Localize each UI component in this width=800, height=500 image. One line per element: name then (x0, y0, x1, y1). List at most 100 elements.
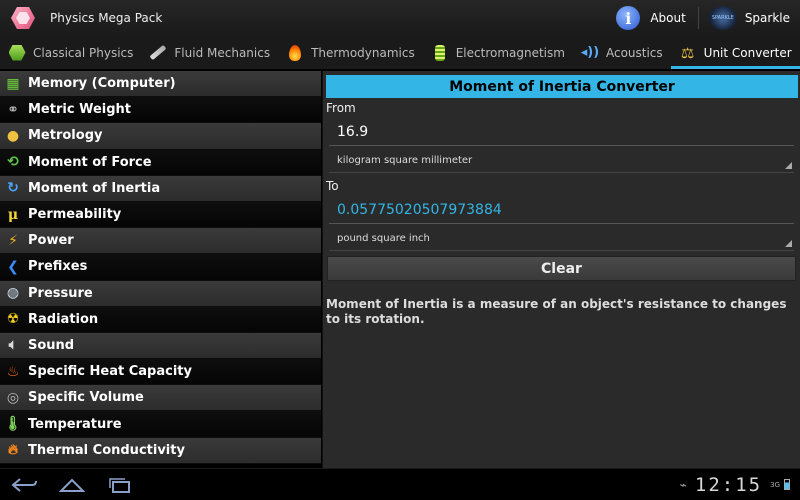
dropdown-corner-icon (785, 162, 792, 169)
syringe-icon (149, 44, 167, 62)
sparkle-button[interactable]: SPARKLE Sparkle (703, 0, 800, 36)
tab-thermodynamics[interactable]: Thermodynamics (278, 36, 423, 69)
list-item-metric-weight[interactable]: ⚭ Metric Weight (0, 97, 321, 124)
list-item-label: Moment of Inertia (28, 180, 161, 196)
metrology-icon: ● (6, 127, 20, 144)
action-bar: Physics Mega Pack i About SPARKLE Sparkl… (0, 0, 800, 36)
tab-label: Thermodynamics (311, 45, 415, 60)
sparkle-logo-text: SPARKLE (711, 15, 734, 21)
memory-icon: ▦ (6, 75, 20, 92)
tab-electromagnetism[interactable]: Electromagnetism (423, 36, 573, 69)
from-label: From (326, 101, 356, 115)
hexagon-icon (8, 44, 26, 62)
action-bar-divider (697, 7, 699, 29)
list-item-label: Prefixes (28, 259, 88, 275)
list-item-prefixes[interactable]: ❮ Prefixes (0, 254, 321, 281)
tab-label: Electromagnetism (455, 45, 565, 60)
list-item-label: Permeability (28, 207, 122, 223)
dropdown-corner-icon (785, 240, 792, 247)
list-item-sound[interactable]: 🔈︎ Sound (0, 332, 321, 360)
from-unit-select[interactable]: kilogram square millimeter (329, 149, 794, 173)
tab-classical-physics[interactable]: Classical Physics (0, 36, 141, 69)
list-item-power[interactable]: ⚡ Power (0, 228, 321, 255)
list-item-label: Specific Heat Capacity (28, 364, 192, 380)
list-item-memory-computer[interactable]: ▦ Memory (Computer) (0, 71, 321, 98)
bulb-icon (431, 44, 449, 62)
list-item-label: Power (28, 233, 74, 249)
list-item-label: Metrology (28, 128, 103, 144)
list-item-radiation[interactable]: ☢ Radiation (0, 306, 321, 333)
to-unit-select[interactable]: pound square inch (329, 227, 794, 251)
mu-icon: μ (7, 206, 19, 223)
from-unit-label: kilogram square millimeter (337, 155, 473, 166)
list-item-temperature[interactable]: 🌡︎ Temperature (0, 411, 321, 438)
home-button[interactable] (54, 471, 90, 499)
thermometer-icon: 🌡︎ (4, 416, 22, 433)
app-logo-icon[interactable] (10, 5, 36, 31)
volume-icon: ◎ (6, 389, 20, 406)
sound-wave-icon: ◂)) (580, 45, 600, 60)
list-item-label: Radiation (28, 311, 99, 327)
list-item-label: Thermal Conductivity (28, 442, 185, 458)
speaker-icon: 🔈︎ (8, 337, 18, 354)
home-icon (58, 478, 86, 492)
list-item-label: Pressure (28, 285, 93, 301)
list-item-thermal-conductivity[interactable]: 🔥︎ Thermal Conductivity (0, 437, 321, 464)
radiation-icon: ☢ (6, 311, 20, 328)
to-value-output[interactable]: 0.05775020507973884 (329, 196, 794, 224)
flame-icon: 🔥︎ (7, 442, 19, 459)
unit-category-list[interactable]: ▦ Memory (Computer) ⚭ Metric Weight ● Me… (0, 71, 321, 468)
battery-icon (784, 479, 790, 490)
sparkle-label: Sparkle (744, 11, 790, 25)
category-tabs: Classical Physics Fluid Mechanics Thermo… (0, 36, 800, 69)
back-button[interactable] (6, 471, 42, 499)
recent-apps-icon (109, 477, 130, 493)
system-bar: ⌁ 12:15 3G (0, 468, 800, 500)
from-value-input[interactable]: 16.9 (329, 118, 794, 146)
list-item-label: Memory (Computer) (28, 76, 176, 92)
info-icon: i (616, 6, 641, 30)
list-item-specific-volume[interactable]: ◎ Specific Volume (0, 385, 321, 412)
clear-button[interactable]: Clear (327, 256, 796, 281)
sparkle-logo-icon: SPARKLE (708, 6, 737, 30)
tab-label: Fluid Mechanics (174, 45, 271, 60)
unit-description: Moment of Inertia is a measure of an obj… (326, 297, 787, 326)
network-label: 3G (770, 480, 780, 489)
about-label: About (650, 11, 686, 25)
list-item-specific-heat-capacity[interactable]: ♨ Specific Heat Capacity (0, 359, 321, 386)
recent-apps-button[interactable] (102, 471, 138, 499)
usb-icon: ⌁ (679, 477, 687, 492)
list-item-permeability[interactable]: μ Permeability (0, 201, 321, 229)
lightning-icon: ⚡ (8, 232, 18, 249)
chevron-left-icon: ❮ (7, 258, 19, 275)
list-item-metrology[interactable]: ● Metrology (0, 123, 321, 150)
converter-title: Moment of Inertia Converter (326, 75, 798, 98)
to-unit-label: pound square inch (337, 233, 430, 244)
tab-label: Acoustics (605, 45, 663, 60)
fire-icon: ♨ (6, 363, 20, 380)
list-item-label: Metric Weight (28, 102, 131, 118)
list-item-label: Moment of Force (28, 154, 152, 170)
list-item-label: Sound (28, 337, 75, 353)
list-item-pressure[interactable]: ◍ Pressure (0, 280, 321, 307)
back-icon (11, 477, 37, 492)
clock: 12:15 (694, 473, 763, 496)
inertia-icon: ↻ (7, 180, 19, 197)
app-title: Physics Mega Pack (50, 11, 163, 25)
flame-icon (286, 44, 304, 62)
scale-icon: ⚖ (680, 43, 695, 62)
status-area[interactable]: ⌁ 12:15 3G (680, 474, 790, 496)
tab-acoustics[interactable]: ◂)) Acoustics (573, 36, 671, 69)
tab-unit-converter[interactable]: ⚖ Unit Converter (670, 36, 800, 69)
converter-panel: Moment of Inertia Converter From 16.9 ki… (322, 71, 800, 468)
force-icon: ⟲ (7, 154, 19, 171)
list-item-moment-of-force[interactable]: ⟲ Moment of Force (0, 149, 321, 176)
list-item-label: Temperature (28, 416, 122, 432)
list-item-moment-of-inertia[interactable]: ↻ Moment of Inertia (0, 175, 321, 202)
to-label: To (326, 179, 339, 193)
tab-label: Classical Physics (33, 45, 134, 60)
list-item-label: Specific Volume (28, 390, 144, 406)
tab-label: Unit Converter (703, 45, 792, 60)
about-button[interactable]: i About (608, 0, 693, 36)
tab-fluid-mechanics[interactable]: Fluid Mechanics (141, 36, 278, 69)
